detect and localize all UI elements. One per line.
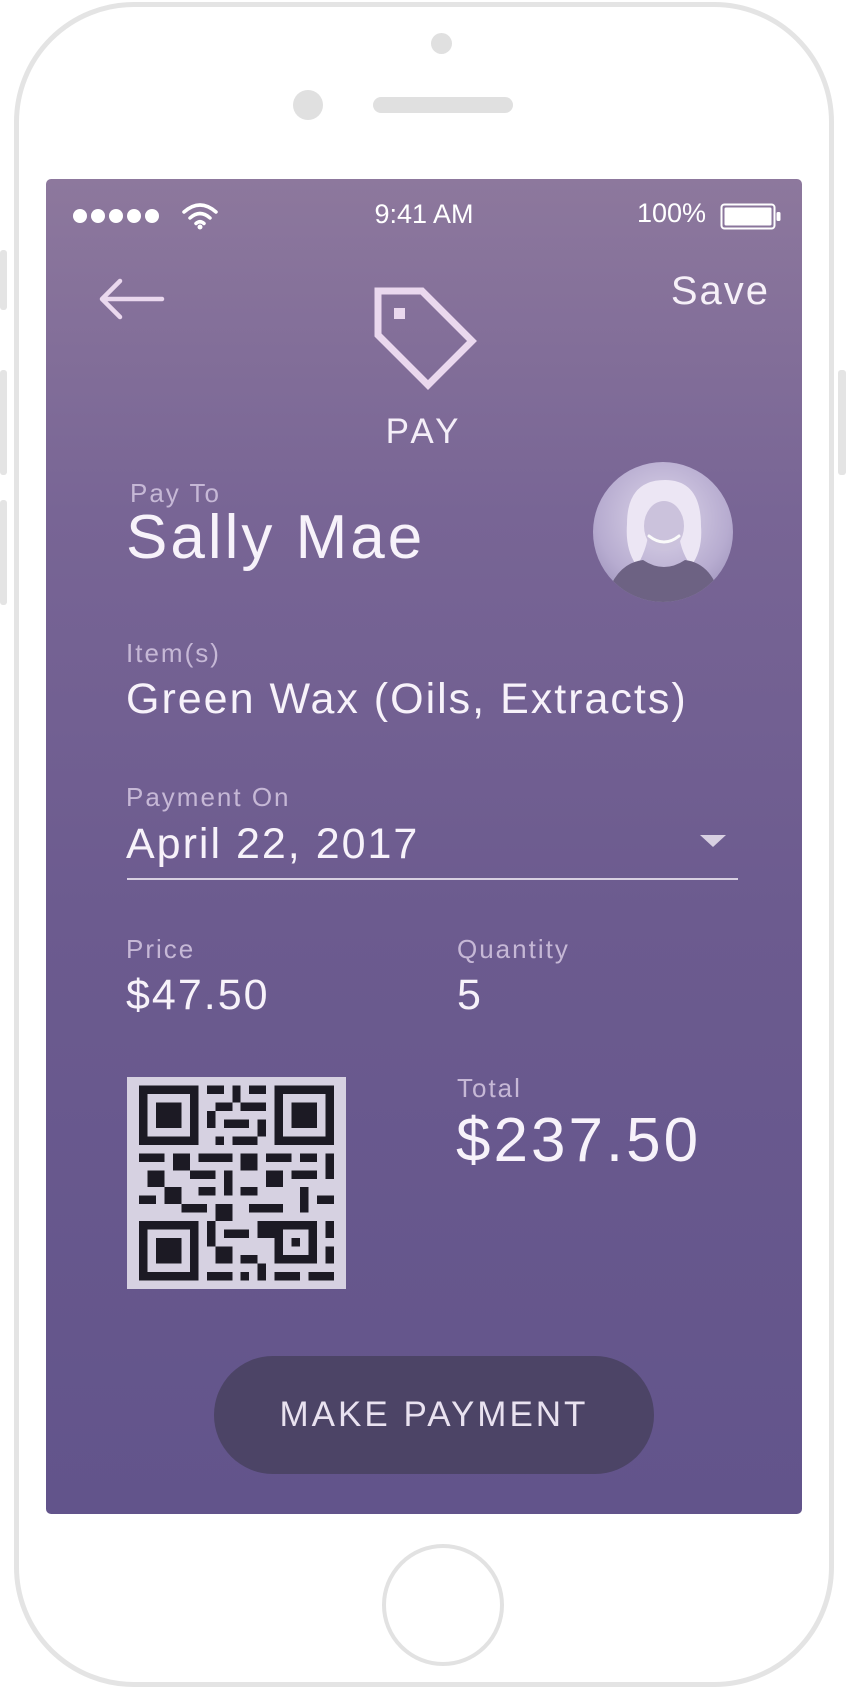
payee-avatar [593,462,733,602]
save-button[interactable]: Save [671,269,770,314]
dropdown-underline [127,878,738,880]
proximity-sensor [293,90,323,120]
total-label: Total [457,1073,522,1103]
quantity-label: Quantity [457,934,570,964]
price-label: Price [126,934,196,964]
earpiece-speaker [373,97,513,113]
payment-on-label: Payment On [126,782,291,812]
silent-switch [0,250,7,310]
battery-icon [720,203,781,230]
items-value: Green Wax (Oils, Extracts) [126,675,688,723]
status-bar: 9:41 AM 100% [46,179,802,253]
payment-screen: 9:41 AM 100% Save PAY Pay To Sally Mae I… [46,179,802,1514]
total-value: $237.50 [456,1106,702,1175]
payee-name: Sally Mae [126,503,426,572]
caret-down-icon[interactable] [700,835,726,847]
quantity-value: 5 [457,971,483,1019]
make-payment-button[interactable]: MAKE PAYMENT [214,1356,654,1474]
power-button [838,370,846,475]
arrow-left-icon[interactable] [96,274,166,324]
qr-code [127,1077,346,1289]
items-label: Item(s) [126,638,221,668]
battery-percentage: 100% [636,198,706,228]
page-title: PAY [385,412,463,451]
home-button[interactable] [382,1544,504,1666]
price-value: $47.50 [126,971,270,1019]
payment-date-select[interactable]: April 22, 2017 [126,820,419,869]
volume-down-button [0,500,7,605]
price-tag-icon [374,287,477,390]
front-camera [431,33,452,54]
volume-up-button [0,370,7,475]
